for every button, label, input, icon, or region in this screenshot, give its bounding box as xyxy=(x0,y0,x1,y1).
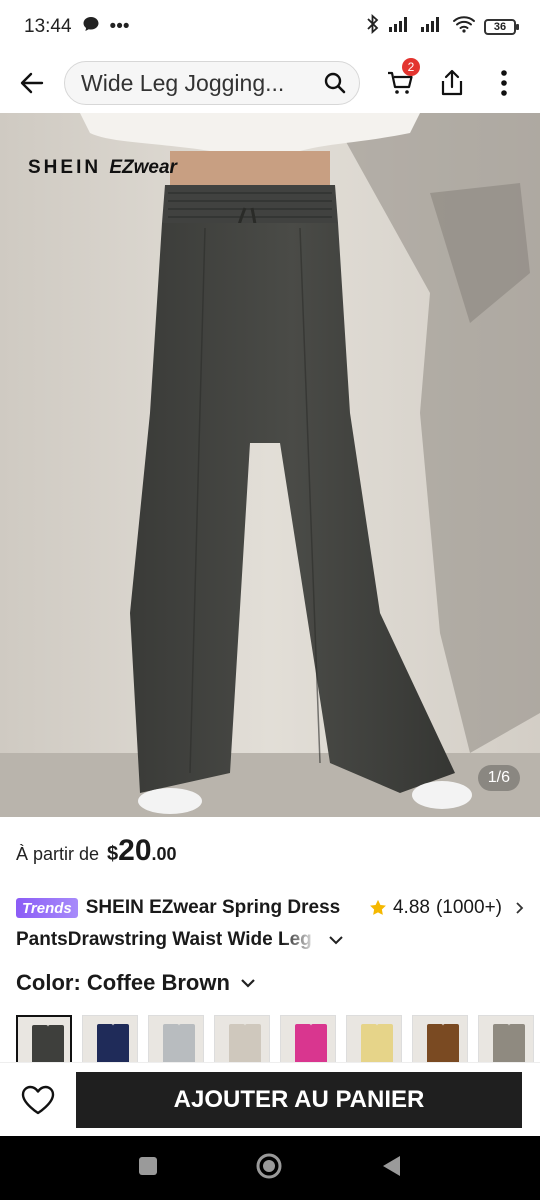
color-swatches xyxy=(16,1015,540,1065)
back-nav-button[interactable] xyxy=(380,1154,402,1183)
chevron-down-icon xyxy=(241,979,255,988)
swatch-pant-leg xyxy=(311,1024,327,1064)
star-icon xyxy=(370,899,386,915)
cart-count-badge: 2 xyxy=(402,58,420,76)
swatch-pant-leg xyxy=(113,1024,129,1064)
swatch-pant-leg xyxy=(443,1024,459,1064)
battery-icon: 36 xyxy=(484,19,519,35)
color-swatch-pink[interactable] xyxy=(280,1015,336,1065)
color-swatch-dark-grey[interactable] xyxy=(16,1015,72,1065)
wishlist-button[interactable] xyxy=(0,1063,76,1137)
brand-logo-main: SHEIN xyxy=(28,157,102,178)
square-icon xyxy=(139,1156,158,1175)
bluetooth-icon xyxy=(366,13,380,40)
color-swatch-coffee-brown[interactable] xyxy=(412,1015,468,1065)
recents-button[interactable] xyxy=(138,1156,158,1181)
heart-icon xyxy=(21,1085,55,1114)
expand-title-icon[interactable] xyxy=(328,934,344,946)
product-image-carousel[interactable]: SHEIN EZwear 1/6 xyxy=(0,113,540,817)
wifi-icon xyxy=(452,15,476,39)
trends-badge: Trends xyxy=(16,898,78,918)
swatch-pant-leg xyxy=(295,1024,311,1064)
price-cents: .00 xyxy=(151,844,177,864)
price-row: À partir de $ 20 .00 xyxy=(16,834,177,868)
swatch-pant-leg xyxy=(32,1025,48,1063)
price-currency: $ xyxy=(107,843,119,865)
brand-logo-sub: EZwear xyxy=(109,157,177,178)
swatch-pant-leg xyxy=(493,1024,509,1064)
swatch-pant-leg xyxy=(361,1024,377,1064)
status-time: 13:44 xyxy=(24,16,72,37)
color-swatch-beige[interactable] xyxy=(214,1015,270,1065)
rating-count: (1000+) xyxy=(435,897,502,918)
more-options-button[interactable] xyxy=(478,54,530,112)
system-navigation-bar xyxy=(0,1136,540,1200)
product-title-line-2: PantsDrawstring Waist Wide Leg xyxy=(16,929,312,950)
swatch-pant-leg xyxy=(427,1024,443,1064)
color-swatch-navy[interactable] xyxy=(82,1015,138,1065)
brand-logo: SHEIN EZwear xyxy=(28,157,177,179)
color-label: Color: Coffee Brown xyxy=(16,970,230,995)
share-icon xyxy=(441,69,463,96)
rating-value: 4.88 xyxy=(392,897,430,918)
color-swatch-yellow[interactable] xyxy=(346,1015,402,1065)
top-app-bar: Wide Leg Jogging... 2 xyxy=(0,54,540,112)
color-swatch-taupe[interactable] xyxy=(478,1015,534,1065)
arrow-left-icon xyxy=(20,72,44,94)
product-photo xyxy=(0,113,540,817)
rating-link[interactable]: 4.88 (1000+) xyxy=(369,897,526,919)
image-counter: 1/6 xyxy=(477,765,520,791)
swatch-pant-leg xyxy=(179,1024,195,1064)
swatch-pant-leg xyxy=(163,1024,179,1064)
cart-button[interactable]: 2 xyxy=(374,54,426,112)
price-main: 20 xyxy=(118,834,152,867)
swatch-pant-leg xyxy=(509,1024,525,1064)
signal-icon-2 xyxy=(420,15,444,39)
back-button[interactable] xyxy=(0,54,64,112)
swatch-pant-leg xyxy=(97,1024,113,1064)
product-title-line-1: SHEIN EZwear Spring Dress xyxy=(85,897,341,918)
status-bar: 13:44 ••• 36 xyxy=(0,0,540,54)
signal-icon xyxy=(388,15,412,39)
product-title-block[interactable]: Trends SHEIN EZwear Spring Dress 4.88 (1… xyxy=(16,893,526,955)
color-swatch-light-grey[interactable] xyxy=(148,1015,204,1065)
circle-icon xyxy=(256,1153,282,1178)
more-vertical-icon xyxy=(501,70,507,96)
add-to-cart-button[interactable]: AJOUTER AU PANIER xyxy=(76,1071,522,1128)
price-prefix: À partir de xyxy=(16,844,100,864)
color-selector-label[interactable]: Color: Coffee Brown xyxy=(16,970,256,996)
swatch-pant-leg xyxy=(48,1025,64,1063)
status-more-dots: ••• xyxy=(109,16,130,37)
swatch-pant-leg xyxy=(377,1024,393,1064)
chat-notification-icon xyxy=(82,15,100,39)
swatch-pant-leg xyxy=(245,1024,261,1064)
search-input[interactable]: Wide Leg Jogging... xyxy=(64,61,360,105)
search-text: Wide Leg Jogging... xyxy=(81,69,285,96)
chevron-right-icon xyxy=(516,902,524,914)
triangle-back-icon xyxy=(382,1155,400,1176)
bottom-action-bar: AJOUTER AU PANIER xyxy=(0,1062,540,1136)
share-button[interactable] xyxy=(426,54,478,112)
search-icon[interactable] xyxy=(323,71,347,95)
swatch-pant-leg xyxy=(229,1024,245,1064)
home-button[interactable] xyxy=(255,1152,283,1185)
